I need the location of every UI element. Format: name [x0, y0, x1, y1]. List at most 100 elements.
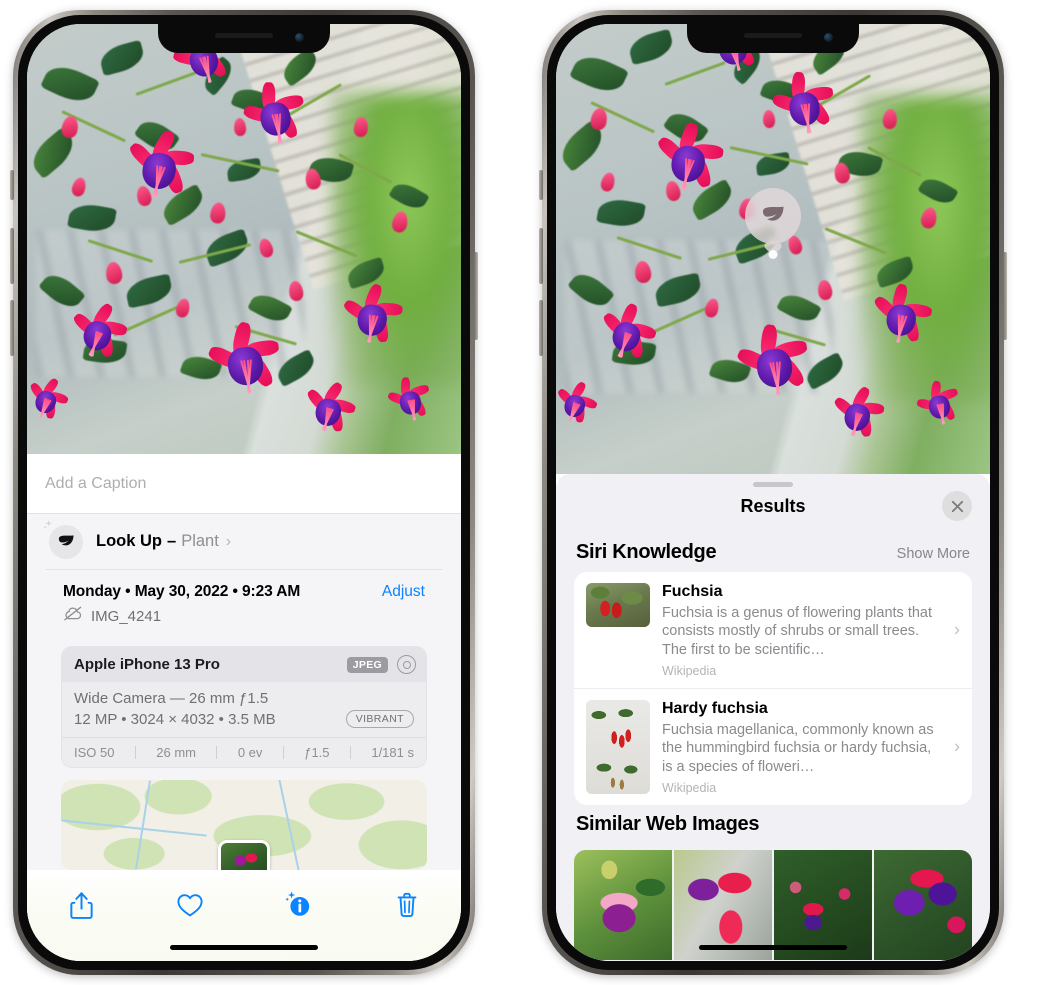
sheet-header: Results [556, 487, 990, 533]
format-badge: JPEG [347, 657, 388, 673]
knowledge-description: Fuchsia is a genus of flowering plants t… [662, 604, 938, 659]
fuchsia-photo [27, 24, 461, 454]
volume-up-button[interactable] [539, 228, 543, 284]
share-button[interactable] [57, 885, 105, 925]
front-camera-icon [824, 33, 833, 42]
knowledge-title: Hardy fuchsia [662, 700, 938, 719]
exif-divider [283, 746, 284, 759]
look-up-plant-row[interactable]: Look Up – Plant › [45, 514, 443, 570]
earpiece-speaker [215, 33, 273, 38]
delete-button[interactable] [383, 885, 431, 925]
heart-icon [176, 892, 204, 918]
front-camera-icon [295, 33, 304, 42]
knowledge-source: Wikipedia [662, 664, 938, 678]
knowledge-title: Fuchsia [662, 583, 938, 602]
look-up-dash: – [167, 532, 176, 551]
close-icon [950, 499, 965, 514]
fuchsia-red-thumb [586, 583, 650, 627]
exif-divider [135, 746, 136, 759]
chevron-right-icon: › [226, 533, 231, 551]
exif-row: ISO 50 26 mm 0 ev ƒ1.5 1/181 s [62, 737, 426, 767]
date-line: Monday • May 30, 2022 • 9:23 AM Adjust [63, 583, 425, 601]
look-up-label: Look Up [96, 532, 162, 551]
visual-lookup-badge[interactable] [745, 188, 801, 244]
raw-target-icon [397, 655, 416, 674]
silent-switch[interactable] [10, 170, 14, 200]
home-indicator[interactable] [699, 945, 847, 950]
sheet-title: Results [556, 496, 990, 517]
side-power-button[interactable] [474, 252, 478, 340]
camera-card-body: Wide Camera — 26 mm ƒ1.5 12 MP • 3024 × … [62, 682, 426, 737]
share-icon [69, 891, 94, 920]
web-image-1[interactable] [574, 850, 672, 960]
look-up-subject: Plant [181, 532, 219, 551]
siri-knowledge-card: Fuchsia Fuchsia is a genus of flowering … [574, 572, 972, 805]
knowledge-item-hardy-fuchsia[interactable]: Hardy fuchsia Fuchsia magellanica, commo… [574, 688, 972, 805]
adjust-button[interactable]: Adjust [382, 583, 425, 601]
knowledge-item-fuchsia[interactable]: Fuchsia Fuchsia is a genus of flowering … [574, 572, 972, 688]
knowledge-item-text: Fuchsia Fuchsia is a genus of flowering … [662, 583, 960, 678]
caption-input[interactable]: Add a Caption [45, 475, 146, 493]
similar-web-images-title: Similar Web Images [576, 813, 759, 836]
notch [687, 24, 859, 53]
lens-line: Wide Camera — 26 mm ƒ1.5 [74, 690, 414, 707]
web-image-3[interactable] [774, 850, 872, 960]
photographic-style-pill: VIBRANT [346, 710, 414, 728]
web-image-2[interactable] [674, 850, 772, 960]
leaf-icon [759, 202, 787, 230]
location-map-card[interactable] [61, 780, 427, 870]
chevron-right-icon: › [954, 737, 960, 758]
silent-switch[interactable] [539, 170, 543, 200]
exif-aperture: ƒ1.5 [304, 745, 329, 760]
siri-knowledge-title: Siri Knowledge [576, 541, 716, 564]
visual-lookup-anchor-dot [769, 250, 778, 259]
cloud-slash-icon [63, 606, 83, 626]
map-photo-pin[interactable] [218, 840, 270, 870]
screen-left: Add a Caption Look Up – Plant › Monday •… [27, 24, 461, 961]
date-block: Monday • May 30, 2022 • 9:23 AM Adjust I… [45, 570, 443, 636]
home-indicator[interactable] [170, 945, 318, 950]
knowledge-description: Fuchsia magellanica, commonly known as t… [662, 721, 938, 776]
notch [158, 24, 330, 53]
results-sheet: Results Siri Knowledge Show More Fuchsia… [556, 474, 990, 961]
filename-line: IMG_4241 [63, 606, 425, 626]
exif-shutter: 1/181 s [371, 745, 414, 760]
lookup-icon-wrap [45, 522, 85, 562]
hardy-fuchsia-herbarium-thumb [586, 700, 650, 794]
similar-web-images-header: Similar Web Images [556, 805, 990, 844]
chevron-right-icon: › [954, 620, 960, 641]
iphone-right-device: Results Siri Knowledge Show More Fuchsia… [542, 10, 1004, 975]
photo-info-panel: Add a Caption Look Up – Plant › Monday •… [27, 454, 461, 961]
size-line-row: 12 MP • 3024 × 4032 • 3.5 MB VIBRANT [74, 710, 414, 728]
device-bezel: Add a Caption Look Up – Plant › Monday •… [18, 15, 470, 970]
earpiece-speaker [744, 33, 802, 38]
volume-up-button[interactable] [10, 228, 14, 284]
side-power-button[interactable] [1003, 252, 1007, 340]
knowledge-source: Wikipedia [662, 781, 938, 795]
look-up-label-group: Look Up – Plant › [96, 532, 231, 551]
lookup-block: Look Up – Plant › Monday • May 30, 2022 … [27, 514, 461, 870]
camera-card-header: Apple iPhone 13 Pro JPEG [62, 647, 426, 682]
size-line: 12 MP • 3024 × 4032 • 3.5 MB [74, 711, 276, 728]
exif-ev: 0 ev [238, 745, 263, 760]
screenshot-stage: Add a Caption Look Up – Plant › Monday •… [0, 0, 1055, 985]
close-button[interactable] [942, 491, 972, 521]
exif-divider [350, 746, 351, 759]
exif-iso: ISO 50 [74, 745, 114, 760]
camera-device-name: Apple iPhone 13 Pro [74, 656, 220, 673]
show-more-button[interactable]: Show More [897, 546, 970, 562]
camera-header-badges: JPEG [347, 655, 416, 674]
photo-viewer[interactable] [27, 24, 461, 454]
leaf-icon [56, 532, 76, 552]
similar-web-images-strip [574, 850, 972, 960]
siri-knowledge-header: Siri Knowledge Show More [556, 533, 990, 572]
device-bezel: Results Siri Knowledge Show More Fuchsia… [547, 15, 999, 970]
photo-filename: IMG_4241 [91, 608, 161, 625]
favorite-button[interactable] [166, 885, 214, 925]
camera-info-card[interactable]: Apple iPhone 13 Pro JPEG Wide Camera — 2… [61, 646, 427, 768]
volume-down-button[interactable] [10, 300, 14, 356]
volume-down-button[interactable] [539, 300, 543, 356]
caption-row[interactable]: Add a Caption [27, 454, 461, 514]
info-button[interactable] [274, 885, 322, 925]
web-image-4[interactable] [874, 850, 972, 960]
